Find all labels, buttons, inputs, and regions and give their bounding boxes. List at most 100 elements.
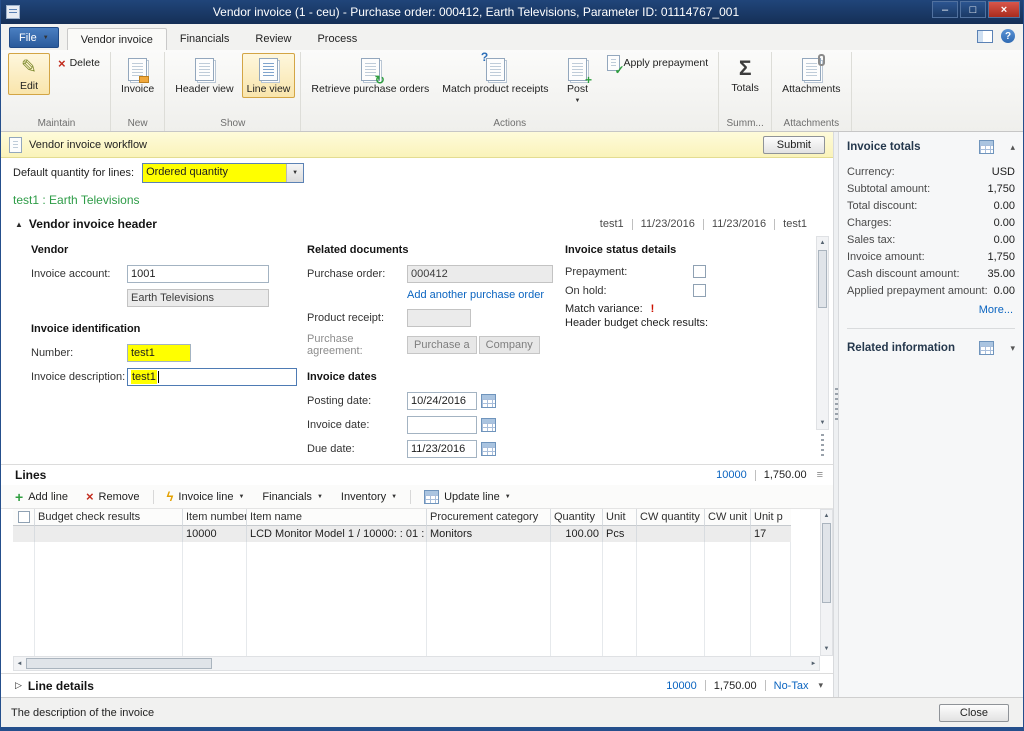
line-view-label: Line view	[247, 84, 291, 95]
remove-line-button[interactable]: × Remove	[78, 488, 148, 505]
inventory-label: Inventory	[341, 491, 386, 503]
number-field[interactable]: test1	[127, 344, 191, 362]
panel-splitter[interactable]	[833, 132, 839, 697]
default-quantity-select[interactable]: Ordered quantity ▼	[142, 163, 304, 183]
line-view-button[interactable]: Line view	[242, 53, 296, 98]
line-details-section[interactable]: ▷ Line details 10000 1,750.00 No-Tax ▾	[1, 673, 833, 697]
combo-dropdown-button[interactable]: ▼	[286, 164, 303, 182]
close-window-button[interactable]: ×	[988, 1, 1020, 18]
retrieve-purchase-orders-button[interactable]: ↻ Retrieve purchase orders	[306, 53, 434, 98]
invoice-line-menu[interactable]: ϟ Invoice line ▼	[159, 487, 253, 506]
update-line-menu[interactable]: Update line ▼	[416, 488, 519, 506]
line-view-icon	[259, 58, 278, 81]
scroll-right-icon[interactable]: ►	[808, 657, 819, 670]
tab-vendor-invoice[interactable]: Vendor invoice	[67, 28, 167, 50]
grid-row[interactable]: 10000 LCD Monitor Model 1 / 10000: : 01 …	[13, 526, 820, 542]
maximize-button[interactable]: □	[960, 1, 986, 18]
scroll-down-icon[interactable]: ▼	[821, 643, 832, 655]
vendor-invoice-header-section: ▲ Vendor invoice header test1 11/23/2016…	[1, 212, 833, 464]
header-scrollbar[interactable]: ▲ ▼	[816, 236, 829, 430]
grid-vertical-scrollbar[interactable]: ▲ ▼	[820, 509, 833, 656]
lines-ref-link[interactable]: 10000	[716, 469, 747, 481]
scroll-up-icon[interactable]: ▲	[821, 510, 832, 522]
delete-button[interactable]: × Delete	[53, 53, 105, 73]
expand-icon[interactable]: ▷	[15, 680, 22, 691]
header-view-button[interactable]: Header view	[170, 53, 238, 98]
splitter-grip[interactable]	[816, 434, 829, 458]
collapse-icon[interactable]: ▲	[15, 220, 23, 229]
edit-button[interactable]: ✎ Edit	[8, 53, 50, 95]
col-cw-quantity[interactable]: CW quantity	[637, 509, 705, 526]
header-budget-label: Header budget check results:	[565, 317, 708, 329]
grip-icon[interactable]: ≡	[817, 469, 823, 481]
select-all-checkbox[interactable]	[18, 511, 30, 523]
post-button[interactable]: + Post ▼	[557, 53, 599, 107]
totals-button[interactable]: Σ Totals	[724, 53, 766, 97]
popout-icon[interactable]	[979, 140, 994, 154]
invoice-description-field[interactable]: test1	[127, 368, 297, 386]
invoice-account-field[interactable]: 1001	[127, 265, 269, 283]
title-bar: Vendor invoice (1 - ceu) - Purchase orde…	[1, 0, 1023, 24]
line-details-tax-link[interactable]: No-Tax	[774, 680, 809, 692]
help-icon[interactable]: ?	[1001, 29, 1015, 43]
col-quantity[interactable]: Quantity	[551, 509, 603, 526]
layout-icon[interactable]	[977, 30, 993, 43]
add-line-button[interactable]: + Add line	[7, 488, 76, 506]
line-details-ref-link[interactable]: 10000	[666, 680, 697, 692]
scrollbar-thumb[interactable]	[26, 658, 212, 669]
col-item-number[interactable]: Item number	[183, 509, 247, 526]
minimize-button[interactable]: –	[932, 1, 958, 18]
popout-icon[interactable]	[979, 341, 994, 355]
more-link[interactable]: More...	[979, 304, 1013, 316]
invoice-button[interactable]: Invoice	[116, 53, 159, 98]
chevron-down-icon[interactable]: ▾	[1010, 343, 1015, 354]
line-details-title: Line details	[28, 679, 94, 693]
prepayment-checkbox[interactable]	[693, 265, 706, 278]
add-purchase-order-link[interactable]: Add another purchase order	[407, 289, 544, 301]
chevron-down-icon[interactable]: ▾	[818, 680, 823, 691]
splitter-grip[interactable]	[835, 388, 838, 422]
scrollbar-thumb[interactable]	[822, 523, 831, 603]
chevron-up-icon[interactable]: ▴	[1010, 142, 1015, 153]
posting-date-field[interactable]: 10/24/2016	[407, 392, 477, 410]
scroll-down-icon[interactable]: ▼	[817, 417, 828, 429]
attachments-label: Attachments	[782, 84, 840, 95]
calendar-icon[interactable]	[481, 418, 496, 432]
on-hold-checkbox[interactable]	[693, 284, 706, 297]
chevron-down-icon: ▼	[292, 170, 298, 176]
window-title: Vendor invoice (1 - ceu) - Purchase orde…	[20, 5, 932, 19]
submit-button[interactable]: Submit	[763, 136, 825, 154]
calendar-icon[interactable]	[481, 442, 496, 456]
invoice-identification-subheading: Invoice identification	[31, 323, 307, 335]
due-date-field[interactable]: 11/23/2016	[407, 440, 477, 458]
scroll-up-icon[interactable]: ▲	[817, 237, 828, 249]
tab-financials[interactable]: Financials	[167, 28, 243, 50]
default-quantity-row: Default quantity for lines: Ordered quan…	[1, 158, 833, 188]
scrollbar-thumb[interactable]	[818, 250, 827, 308]
col-cw-unit[interactable]: CW unit	[705, 509, 751, 526]
calendar-icon[interactable]	[481, 394, 496, 408]
tab-review[interactable]: Review	[242, 28, 304, 50]
financials-menu[interactable]: Financials ▼	[254, 489, 330, 505]
col-item-name[interactable]: Item name	[247, 509, 427, 526]
invoice-date-field[interactable]	[407, 416, 477, 434]
status-bar: The description of the invoice Close	[1, 697, 1023, 727]
scroll-left-icon[interactable]: ◄	[14, 657, 25, 670]
purchase-agreement-button: Purchase a	[407, 336, 477, 354]
col-unit[interactable]: Unit	[603, 509, 637, 526]
col-procurement-category[interactable]: Procurement category	[427, 509, 551, 526]
inventory-menu[interactable]: Inventory ▼	[333, 489, 405, 505]
currency-value-link[interactable]: USD	[992, 166, 1015, 178]
col-budget-check[interactable]: Budget check results	[35, 509, 183, 526]
attachments-button[interactable]: Attachments	[777, 53, 845, 98]
close-button[interactable]: Close	[939, 704, 1009, 722]
grid-horizontal-scrollbar[interactable]: ◄ ►	[13, 656, 820, 671]
apply-prepayment-button[interactable]: ✓ Apply prepayment	[602, 53, 714, 73]
tab-process[interactable]: Process	[304, 28, 370, 50]
section-header[interactable]: ▲ Vendor invoice header test1 11/23/2016…	[1, 214, 833, 234]
match-product-receipts-button[interactable]: ? Match product receipts	[437, 53, 553, 98]
col-unit-price[interactable]: Unit p	[751, 509, 791, 526]
vendor-subheading: Vendor	[31, 244, 307, 256]
line-details-amount: 1,750.00	[714, 680, 757, 692]
file-menu-button[interactable]: File ▼	[9, 27, 59, 48]
